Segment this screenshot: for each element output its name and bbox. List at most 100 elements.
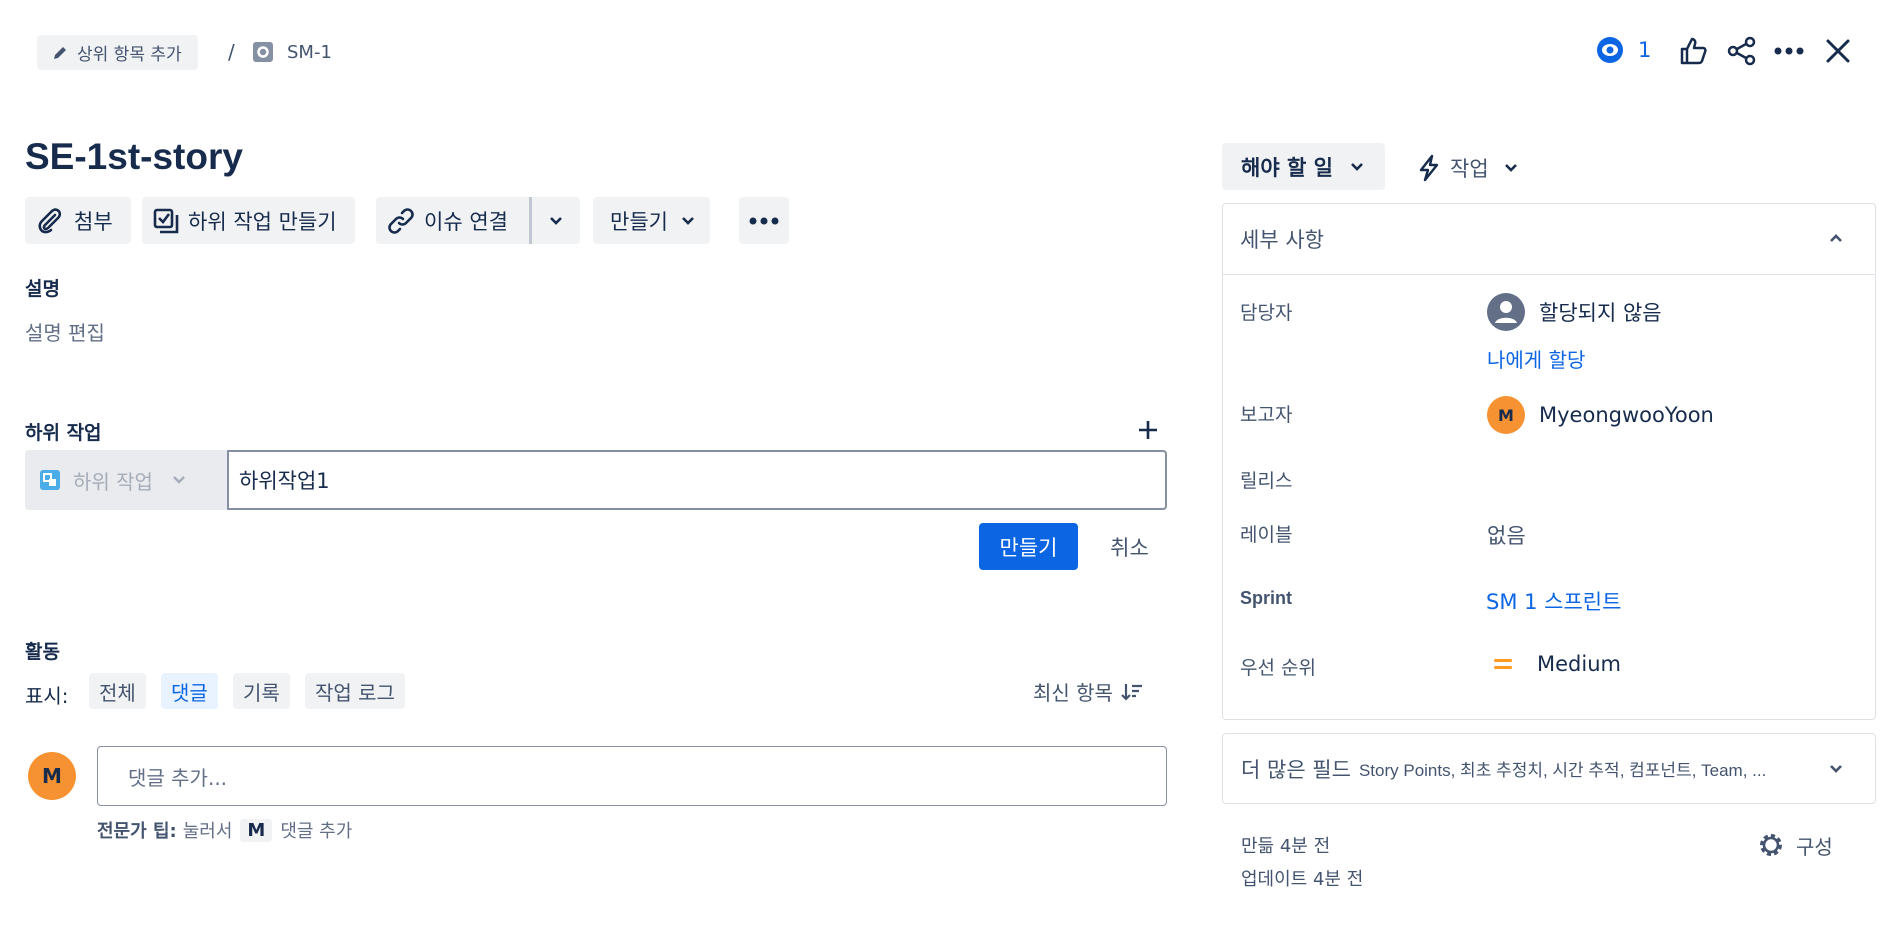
description-heading: 설명 <box>25 278 60 300</box>
breadcrumb-separator: / <box>228 40 235 64</box>
chevron-up-icon[interactable] <box>1828 232 1844 244</box>
activity-show-label: 표시: <box>25 684 69 708</box>
comment-tip: 전문가 팁: 눌러서 M 댓글 추가 <box>97 817 352 843</box>
activity-filter-worklog[interactable]: 작업 로그 <box>305 673 405 709</box>
more-actions-icon[interactable] <box>1773 42 1805 60</box>
priority-label: 우선 순위 <box>1240 657 1316 679</box>
unassigned-user-icon <box>1487 293 1525 331</box>
more-horizontal-icon <box>749 216 779 226</box>
subtask-type-icon <box>39 469 61 491</box>
sort-order-button[interactable]: 최신 항목 <box>1033 677 1143 706</box>
subtask-type-select[interactable]: 하위 작업 <box>25 450 227 510</box>
activity-filter-history[interactable]: 기록 <box>233 673 290 709</box>
sprint-value-link[interactable]: SM 1 스프린트 <box>1486 586 1621 616</box>
watch-count: 1 <box>1638 38 1652 62</box>
reporter-avatar-initial: M <box>1498 405 1514 425</box>
create-menu-button[interactable]: 만들기 <box>593 197 710 244</box>
assign-to-me-link[interactable]: 나에게 할당 <box>1487 344 1585 373</box>
reporter-avatar: M <box>1487 396 1525 434</box>
subtask-type-icon <box>252 41 274 63</box>
more-fields-summary: Story Points, 최초 추정치, 시간 추적, 컴포넌트, Team,… <box>1358 761 1767 780</box>
details-panel <box>1222 203 1876 720</box>
updated-timestamp: 업데이트 4분 전 <box>1241 869 1364 890</box>
chevron-down-icon <box>680 215 696 227</box>
create-subtask-button[interactable]: 하위 작업 만들기 <box>142 197 355 244</box>
subtask-create-label: 만들기 <box>999 535 1058 560</box>
add-subtask-icon[interactable] <box>1138 420 1158 440</box>
more-fields-title: 더 많은 필드 <box>1241 757 1351 782</box>
configure-button[interactable]: 구성 <box>1756 830 1833 860</box>
labels-label: 레이블 <box>1240 524 1293 546</box>
subtask-create-button[interactable]: 만들기 <box>979 523 1078 570</box>
subtask-summary-input[interactable]: 하위작업1 <box>227 450 1167 510</box>
activity-filter-label: 댓글 <box>171 680 208 705</box>
reporter-label: 보고자 <box>1240 404 1293 426</box>
tip-bold: 전문가 팁: <box>97 821 177 842</box>
eye-icon <box>1594 36 1626 64</box>
activity-heading: 활동 <box>25 641 60 663</box>
toolbar-more-button[interactable] <box>739 197 789 244</box>
subtask-type-label: 하위 작업 <box>73 469 153 494</box>
create-subtask-label: 하위 작업 만들기 <box>188 209 337 234</box>
details-heading: 세부 사항 <box>1240 227 1324 252</box>
activity-filter-label: 기록 <box>243 680 280 705</box>
activity-filter-comments[interactable]: 댓글 <box>161 673 218 709</box>
subtasks-heading: 하위 작업 <box>25 422 102 444</box>
attach-button[interactable]: 첨부 <box>25 197 131 244</box>
watch-button[interactable]: 1 <box>1594 36 1651 64</box>
link-issue-label: 이슈 연결 <box>424 209 508 234</box>
activity-filter-all[interactable]: 전체 <box>89 673 146 709</box>
priority-field[interactable]: Medium <box>1493 652 1621 676</box>
reporter-value: MyeongwooYoon <box>1539 403 1714 427</box>
status-button[interactable]: 해야 할 일 <box>1222 143 1385 190</box>
release-label: 릴리스 <box>1240 470 1293 492</box>
share-icon[interactable] <box>1727 36 1757 66</box>
assignee-label: 담당자 <box>1240 302 1293 324</box>
status-label: 해야 할 일 <box>1241 155 1333 180</box>
breadcrumb-issue-key[interactable]: SM-1 <box>287 42 332 63</box>
configure-label: 구성 <box>1796 834 1833 859</box>
chevron-down-icon <box>1349 161 1365 173</box>
reporter-field[interactable]: M MyeongwooYoon <box>1487 396 1714 434</box>
pencil-icon <box>51 44 69 62</box>
paperclip-icon <box>36 207 64 235</box>
thumbs-up-icon[interactable] <box>1679 36 1707 66</box>
subtask-cancel-button[interactable]: 취소 <box>1093 523 1166 570</box>
subtask-summary-value: 하위작업1 <box>239 469 330 493</box>
chevron-down-icon <box>548 215 564 227</box>
sprint-label: Sprint <box>1240 588 1292 608</box>
subtask-checkbox-icon <box>152 207 180 235</box>
comment-placeholder: 댓글 추가... <box>128 765 228 790</box>
assignee-value: 할당되지 않음 <box>1539 301 1662 325</box>
link-issue-button[interactable]: 이슈 연결 <box>376 197 529 244</box>
create-menu-label: 만들기 <box>610 209 668 234</box>
priority-medium-icon <box>1493 656 1513 672</box>
created-timestamp: 만듦 4분 전 <box>1241 836 1331 857</box>
sort-order-label: 최신 항목 <box>1033 681 1113 705</box>
tip-keyboard-key: M <box>240 818 273 842</box>
close-icon[interactable] <box>1825 38 1851 64</box>
assignee-field[interactable]: 할당되지 않음 <box>1487 293 1662 331</box>
details-panel-header[interactable]: 세부 사항 <box>1222 203 1876 275</box>
sort-descending-icon <box>1121 682 1143 702</box>
automation-action-button[interactable]: 작업 <box>1418 150 1519 185</box>
link-issue-dropdown-button[interactable] <box>532 197 580 244</box>
comment-author-avatar: M <box>28 752 76 800</box>
tip-suffix: 댓글 추가 <box>280 821 353 842</box>
tip-text: 눌러서 <box>182 821 233 842</box>
issue-title[interactable]: SE-1st-story <box>25 136 243 178</box>
activity-filter-label: 전체 <box>99 680 136 705</box>
comment-input[interactable]: 댓글 추가... <box>97 746 1167 806</box>
attach-label: 첨부 <box>74 209 113 234</box>
add-parent-button[interactable]: 상위 항목 추가 <box>37 35 198 70</box>
priority-value: Medium <box>1537 652 1621 676</box>
description-editor[interactable]: 설명 편집 <box>25 317 105 346</box>
automation-action-label: 작업 <box>1450 156 1489 181</box>
chevron-down-icon[interactable] <box>1828 763 1844 775</box>
labels-value[interactable]: 없음 <box>1487 520 1526 550</box>
chevron-down-icon <box>171 474 187 486</box>
avatar-initial: M <box>42 764 62 788</box>
chevron-down-icon <box>1503 162 1519 174</box>
lightning-icon <box>1418 154 1440 182</box>
more-fields-panel[interactable]: 더 많은 필드 Story Points, 최초 추정치, 시간 추적, 컴포넌… <box>1222 733 1876 804</box>
